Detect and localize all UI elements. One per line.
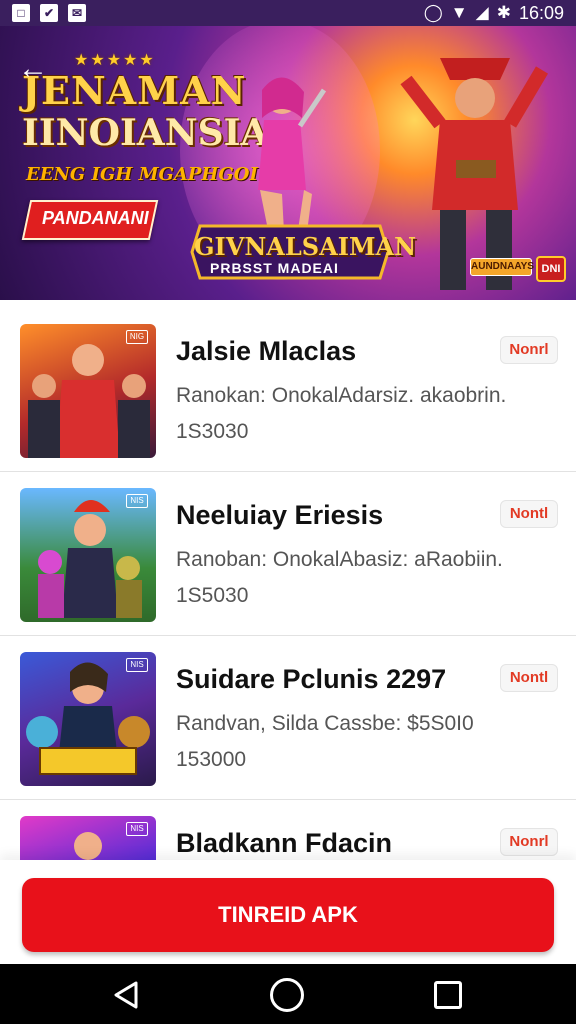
list-item[interactable]: NIS Neeluiay Eriesis Ranoban: OnokalAbas… [0, 472, 576, 636]
app-thumbnail[interactable]: NIG [20, 324, 156, 458]
list-item[interactable]: NIS Bladkann Fdacin Nonrl [0, 800, 576, 860]
nav-back-icon[interactable] [112, 980, 142, 1010]
nav-home-icon[interactable] [270, 978, 304, 1012]
ribbon-label: PANDANANI [42, 208, 149, 228]
item-description: Ranoban: OnokalAbasiz: aRaobiin. [176, 548, 503, 571]
logo-subtitle: PRBSST MADEAI [210, 260, 339, 276]
logo-title: GIVNALSAIMAN [194, 232, 417, 261]
list-item[interactable]: NIS Suidare Pclunis 2297 Randvan, Silda … [0, 636, 576, 800]
item-number: 153000 [176, 748, 247, 771]
thumb-tag: NIS [126, 494, 148, 508]
item-title: Suidare Pclunis 2297 [176, 664, 447, 694]
item-title: Jalsie Mlaclas [176, 336, 357, 366]
mail-icon: ✉ [68, 4, 86, 22]
thumb-tag: NIG [126, 330, 148, 344]
app-thumbnail[interactable]: NIS [20, 652, 156, 786]
wifi-icon: ▼ [450, 3, 468, 22]
back-arrow-icon[interactable]: ← [18, 52, 48, 86]
hero-banner[interactable]: ← ★★★★★ JENAMAN IINOIANSIA EENG IGH MGAP… [0, 0, 576, 300]
item-description: Randvan, Silda Cassbe: $5S0I0 [176, 712, 474, 735]
item-title: Bladkann Fdacin [176, 828, 393, 858]
item-action-button[interactable]: Nonrl [500, 828, 558, 856]
app-screen: ← ★★★★★ JENAMAN IINOIANSIA EENG IGH MGAP… [0, 0, 576, 1024]
image-icon: □ [12, 4, 30, 22]
stars-icon: ★★★★★ [74, 52, 156, 69]
banner-subtitle: EENG IGH MGAPHGOI [26, 164, 258, 185]
bluetooth-icon: ✱ [496, 3, 511, 22]
tag-icon: ✔ [40, 4, 58, 22]
character-art-icon [26, 662, 150, 775]
system-nav-bar [0, 964, 576, 1024]
clock: 16:09 [518, 2, 564, 23]
nav-recents-icon[interactable] [434, 981, 462, 1009]
app-thumbnail[interactable]: NIS [20, 816, 156, 860]
list-item[interactable]: NIG Jalsie Mlaclas Ranokan: OnokalAdarsi… [0, 308, 576, 472]
banner-badge: AUNDNAAYS [470, 258, 534, 276]
thumb-tag: NIS [126, 658, 148, 672]
download-apk-button[interactable]: TINREID APK [22, 878, 554, 952]
rating-badge: DNI [536, 256, 566, 282]
item-number: 1S3030 [176, 420, 249, 443]
item-action-button[interactable]: Nontl [500, 664, 558, 692]
banner-title-line1: JENAMAN [22, 68, 247, 113]
status-bar: □ ✔ ✉ ◯ ▼ ◢ ✱ 16:09 [0, 0, 576, 26]
bottom-action-bar: TINREID APK [0, 860, 576, 964]
item-action-button[interactable]: Nonrl [500, 336, 558, 364]
item-number: 1S5030 [176, 584, 249, 607]
signal-icon: ◢ [475, 3, 489, 22]
item-description: Ranokan: OnokalAdarsiz. akaobrin. [176, 384, 507, 407]
item-action-button[interactable]: Nontl [500, 500, 558, 528]
character-art-icon [28, 344, 150, 458]
item-title: Neeluiay Eriesis [176, 500, 384, 530]
alarm-icon: ◯ [423, 3, 443, 22]
thumb-tag: NIS [126, 822, 148, 836]
character-art-icon [38, 500, 142, 618]
app-list[interactable]: NIG Jalsie Mlaclas Ranokan: OnokalAdarsi… [0, 308, 576, 860]
app-thumbnail[interactable]: NIS [20, 488, 156, 622]
